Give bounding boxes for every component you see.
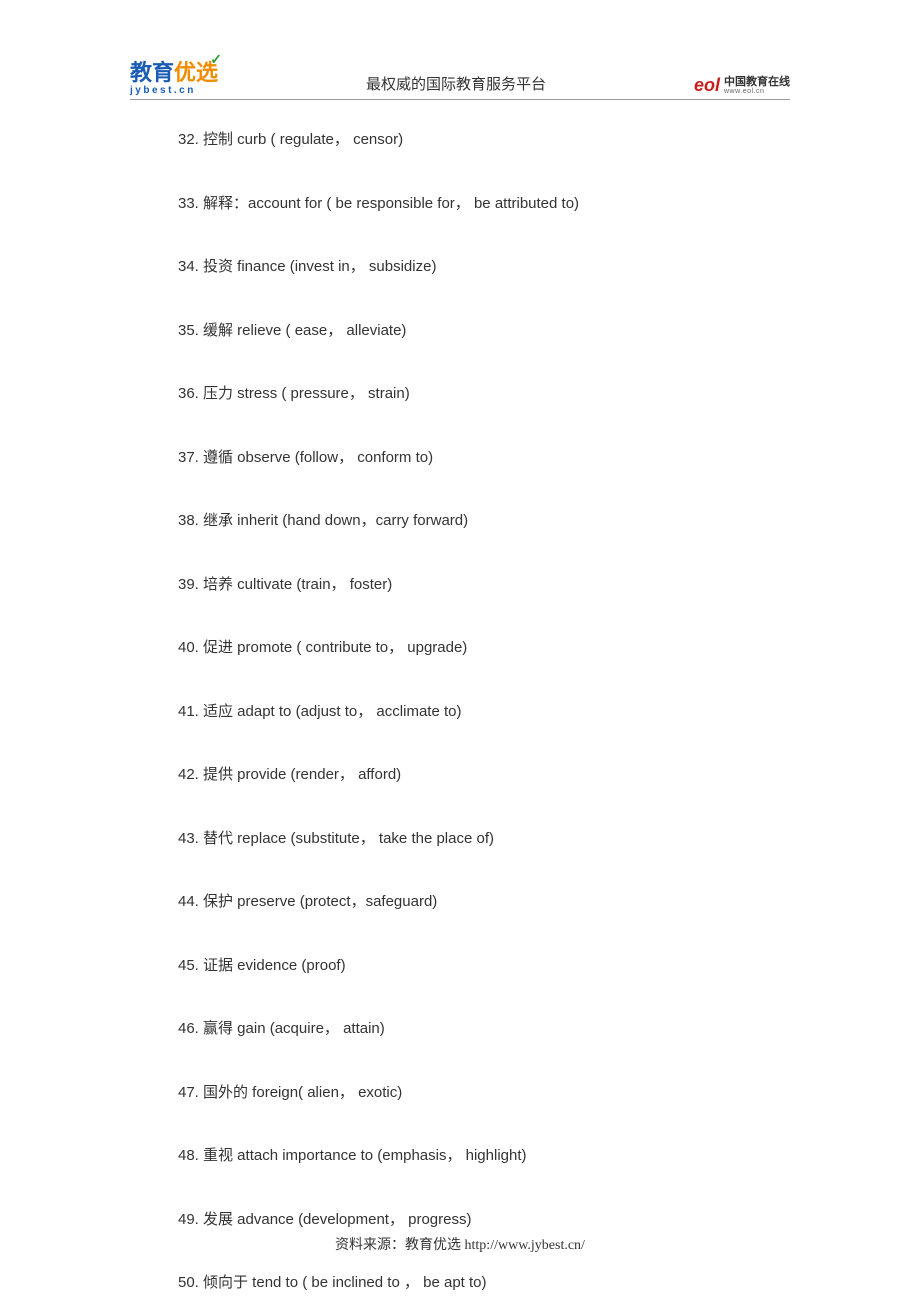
list-item: 42. 提供 provide (render， afford) bbox=[178, 763, 790, 784]
check-icon: ✓ bbox=[210, 52, 222, 66]
vocabulary-list: 32. 控制 curb ( regulate， censor) 33. 解释：a… bbox=[130, 128, 790, 1292]
list-item: 35. 缓解 relieve ( ease， alleviate) bbox=[178, 319, 790, 340]
eol-mark-icon: eol bbox=[694, 75, 720, 96]
list-item: 44. 保护 preserve (protect，safeguard) bbox=[178, 890, 790, 911]
eol-url: www.eol.cn bbox=[724, 88, 790, 95]
list-item: 45. 证据 evidence (proof) bbox=[178, 954, 790, 975]
logo-jybest-url: jybest.cn bbox=[130, 86, 196, 96]
list-item: 47. 国外的 foreign( alien， exotic) bbox=[178, 1081, 790, 1102]
logo-text-blue: 教育 bbox=[130, 60, 174, 85]
logo-jybest-main: 教育优选✓ bbox=[130, 62, 218, 84]
page-footer: 资料来源：教育优选 http://www.jybest.cn/ bbox=[0, 1234, 920, 1254]
list-item: 34. 投资 finance (invest in， subsidize) bbox=[178, 255, 790, 276]
eol-cn: 中国教育在线 bbox=[724, 77, 790, 88]
header-title: 最权威的国际教育服务平台 bbox=[218, 73, 694, 96]
list-item: 50. 倾向于 tend to ( be inclined to ， be ap… bbox=[178, 1271, 790, 1292]
list-item: 40. 促进 promote ( contribute to， upgrade) bbox=[178, 636, 790, 657]
logo-eol: eol 中国教育在线 www.eol.cn bbox=[694, 75, 790, 96]
list-item: 43. 替代 replace (substitute， take the pla… bbox=[178, 827, 790, 848]
list-item: 38. 继承 inherit (hand down，carry forward) bbox=[178, 509, 790, 530]
list-item: 48. 重视 attach importance to (emphasis， h… bbox=[178, 1144, 790, 1165]
list-item: 37. 遵循 observe (follow， conform to) bbox=[178, 446, 790, 467]
list-item: 33. 解释：account for ( be responsible for，… bbox=[178, 192, 790, 213]
list-item: 46. 赢得 gain (acquire， attain) bbox=[178, 1017, 790, 1038]
list-item: 39. 培养 cultivate (train， foster) bbox=[178, 573, 790, 594]
list-item: 49. 发展 advance (development， progress) bbox=[178, 1208, 790, 1229]
document-page: 教育优选✓ jybest.cn 最权威的国际教育服务平台 eol 中国教育在线 … bbox=[0, 0, 920, 1292]
logo-text-orange: 优选✓ bbox=[174, 60, 218, 85]
logo-jybest: 教育优选✓ jybest.cn bbox=[130, 62, 218, 96]
eol-text: 中国教育在线 www.eol.cn bbox=[724, 77, 790, 95]
page-header: 教育优选✓ jybest.cn 最权威的国际教育服务平台 eol 中国教育在线 … bbox=[130, 62, 790, 100]
list-item: 41. 适应 adapt to (adjust to， acclimate to… bbox=[178, 700, 790, 721]
list-item: 36. 压力 stress ( pressure， strain) bbox=[178, 382, 790, 403]
list-item: 32. 控制 curb ( regulate， censor) bbox=[178, 128, 790, 149]
